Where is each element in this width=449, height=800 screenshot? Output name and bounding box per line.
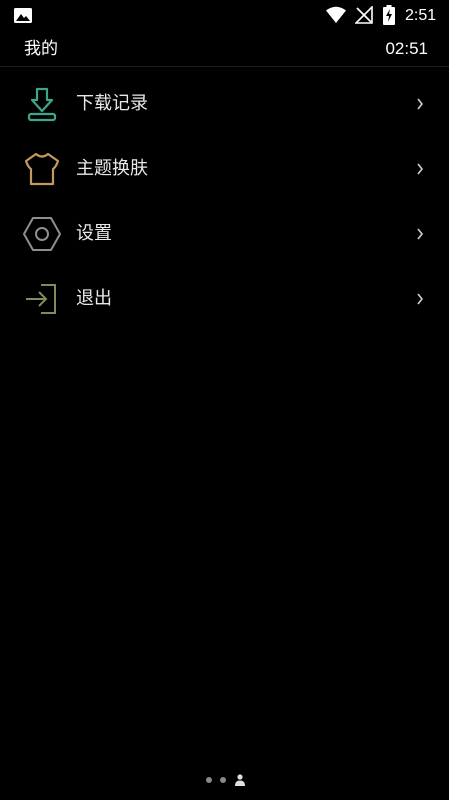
menu-item-label: 退出	[76, 288, 112, 309]
person-icon[interactable]	[235, 774, 245, 786]
page-title: 我的	[24, 39, 58, 59]
chevron-right-icon	[417, 293, 424, 305]
menu-item-logout[interactable]: 退出	[0, 267, 449, 331]
logout-icon	[26, 284, 56, 314]
status-bar: 2:51	[0, 0, 449, 32]
page-indicator[interactable]	[0, 772, 449, 788]
header: 我的 02:51	[0, 32, 449, 67]
chevron-right-icon	[417, 163, 424, 175]
image-icon	[14, 8, 32, 23]
status-clock: 2:51	[405, 7, 437, 24]
battery-charging-icon	[383, 5, 395, 25]
chevron-right-icon	[417, 98, 424, 110]
chevron-right-icon	[417, 228, 424, 240]
menu-item-theme-skin[interactable]: 主题换肤	[0, 137, 449, 201]
page-dot[interactable]	[206, 777, 212, 783]
header-time: 02:51	[385, 39, 428, 58]
menu-item-label: 设置	[76, 223, 112, 244]
menu-item-label: 下载记录	[76, 93, 148, 114]
shirt-icon	[24, 152, 60, 186]
menu-item-settings[interactable]: 设置	[0, 202, 449, 266]
menu-item-label: 主题换肤	[76, 158, 148, 179]
page-dot[interactable]	[220, 777, 226, 783]
settings-hex-icon	[22, 217, 62, 251]
wifi-icon	[326, 6, 346, 23]
download-icon	[27, 87, 57, 122]
no-signal-icon	[355, 6, 373, 24]
menu-item-download-history[interactable]: 下载记录	[0, 72, 449, 136]
